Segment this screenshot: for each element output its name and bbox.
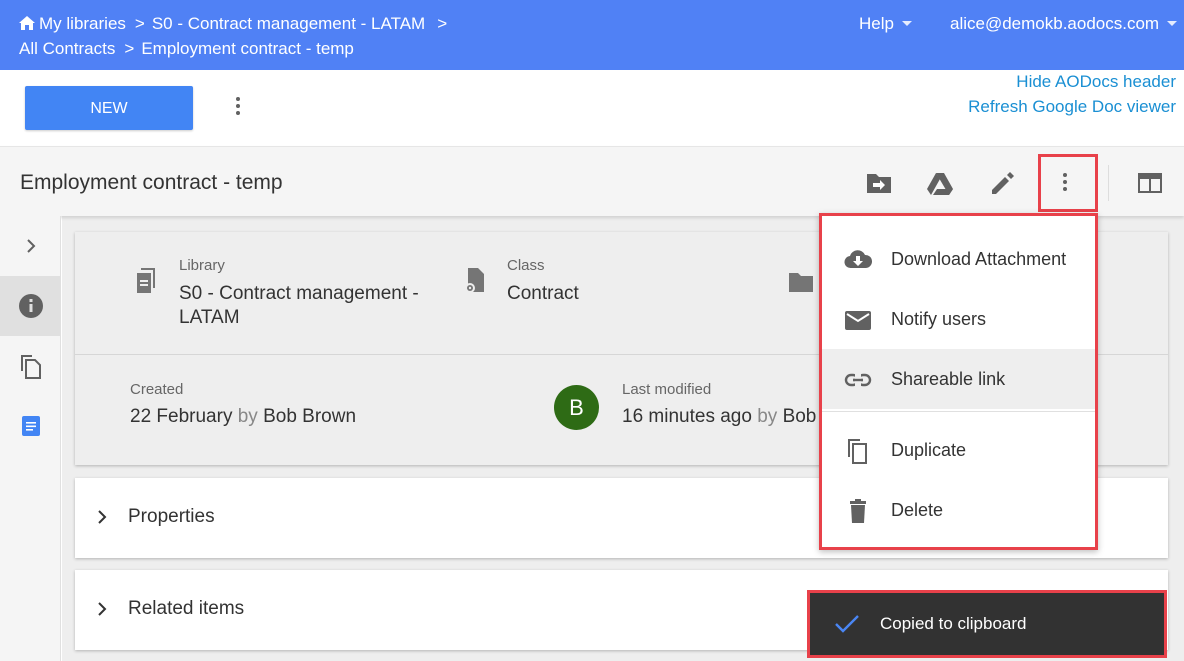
breadcrumb-separator: > <box>437 14 448 33</box>
move-to-folder-icon[interactable] <box>865 169 893 197</box>
aodocs-header: My libraries > S0 - Contract management - … <box>0 0 1184 70</box>
library-value-line2: LATAM <box>179 307 240 328</box>
snackbar: Copied to clipboard <box>807 590 1167 658</box>
breadcrumb: My libraries > S0 - Contract management - … <box>19 11 539 61</box>
expand-panel-button[interactable] <box>0 216 61 276</box>
refresh-google-doc-viewer-link[interactable]: Refresh Google Doc viewer <box>968 97 1176 117</box>
menu-divider <box>822 411 1095 412</box>
menu-item-label: Duplicate <box>891 439 967 460</box>
link-icon <box>844 373 872 387</box>
help-menu[interactable]: Help <box>859 11 912 36</box>
more-actions-menu: Download Attachment Notify users Shareab… <box>819 213 1098 550</box>
properties-title: Properties <box>128 506 215 527</box>
library-label: Library <box>179 257 225 274</box>
caret-down-icon <box>1167 21 1178 26</box>
google-doc-icon <box>21 416 40 436</box>
chevron-right-icon <box>98 510 107 524</box>
rail-item-google-doc[interactable] <box>0 396 61 456</box>
info-icon <box>18 294 43 318</box>
versions-copy-icon <box>20 355 41 379</box>
menu-item-label: Delete <box>891 499 944 520</box>
more-vert-icon[interactable] <box>1057 170 1073 194</box>
layout-icon[interactable] <box>1136 169 1164 197</box>
user-menu[interactable]: alice@demokb.aodocs.com <box>950 11 1178 36</box>
folder-icon <box>789 273 813 292</box>
mail-icon <box>845 311 871 330</box>
created-date: 22 February <box>130 406 233 427</box>
breadcrumb-library[interactable]: S0 - Contract management - LATAM <box>152 14 425 33</box>
last-modified-value: 16 minutes ago by Bob <box>622 405 816 429</box>
hide-aodocs-header-link[interactable]: Hide AODocs header <box>1016 72 1176 92</box>
breadcrumb-separator: > <box>134 14 145 33</box>
edit-pencil-icon[interactable] <box>989 169 1017 197</box>
breadcrumb-all-contracts[interactable]: All Contracts <box>19 39 115 58</box>
breadcrumb-current-document[interactable]: Employment contract - temp <box>141 39 354 58</box>
class-icon <box>465 268 484 293</box>
document-title: Employment contract - temp <box>20 171 283 194</box>
google-drive-icon[interactable] <box>926 169 954 197</box>
related-items-title: Related items <box>128 598 245 619</box>
menu-item-label: Download Attachment <box>891 248 1067 269</box>
modified-by-user: Bob <box>782 406 817 427</box>
menu-item-notify-users[interactable]: Notify users <box>822 289 1095 349</box>
cloud-download-icon <box>844 250 872 269</box>
home-icon <box>19 16 35 30</box>
created-label: Created <box>130 381 184 398</box>
menu-item-delete[interactable]: Delete <box>822 480 1095 540</box>
trash-icon <box>850 499 866 523</box>
library-value-line1: S0 - Contract management - <box>179 283 419 304</box>
document-toolbar: Employment contract - temp <box>0 146 1184 216</box>
rail-item-versions[interactable] <box>0 336 61 396</box>
class-label: Class <box>507 257 545 274</box>
side-rail <box>0 216 61 661</box>
created-by-word: by <box>237 406 258 427</box>
avatar: B <box>554 385 599 430</box>
menu-item-shareable-link[interactable]: Shareable link <box>822 349 1095 409</box>
menu-item-duplicate[interactable]: Duplicate <box>822 420 1095 480</box>
toolbar-divider <box>1108 165 1109 201</box>
more-options-icon[interactable] <box>230 94 246 118</box>
class-value: Contract <box>507 283 579 304</box>
menu-item-label: Shareable link <box>891 368 1006 389</box>
new-button[interactable]: NEW <box>25 86 193 130</box>
help-label: Help <box>859 14 894 33</box>
created-value: 22 February by Bob Brown <box>130 405 356 429</box>
menu-item-download-attachment[interactable]: Download Attachment <box>822 229 1095 289</box>
modified-time: 16 minutes ago <box>622 406 752 427</box>
caret-down-icon <box>901 21 912 26</box>
library-icon <box>137 268 155 293</box>
library-value: S0 - Contract management - LATAM <box>179 282 419 330</box>
modified-by-word: by <box>757 406 778 427</box>
chevron-right-icon <box>98 602 107 616</box>
breadcrumb-my-libraries[interactable]: My libraries <box>39 14 126 33</box>
last-modified-label: Last modified <box>622 381 712 398</box>
user-email: alice@demokb.aodocs.com <box>950 14 1160 33</box>
chevron-right-icon <box>26 239 35 253</box>
created-by-user: Bob Brown <box>263 406 357 427</box>
snackbar-message: Copied to clipboard <box>880 614 1027 633</box>
check-icon <box>835 615 859 633</box>
rail-item-info[interactable] <box>0 276 61 336</box>
breadcrumb-separator: > <box>124 39 135 58</box>
menu-item-label: Notify users <box>891 308 987 329</box>
duplicate-icon <box>848 439 867 464</box>
